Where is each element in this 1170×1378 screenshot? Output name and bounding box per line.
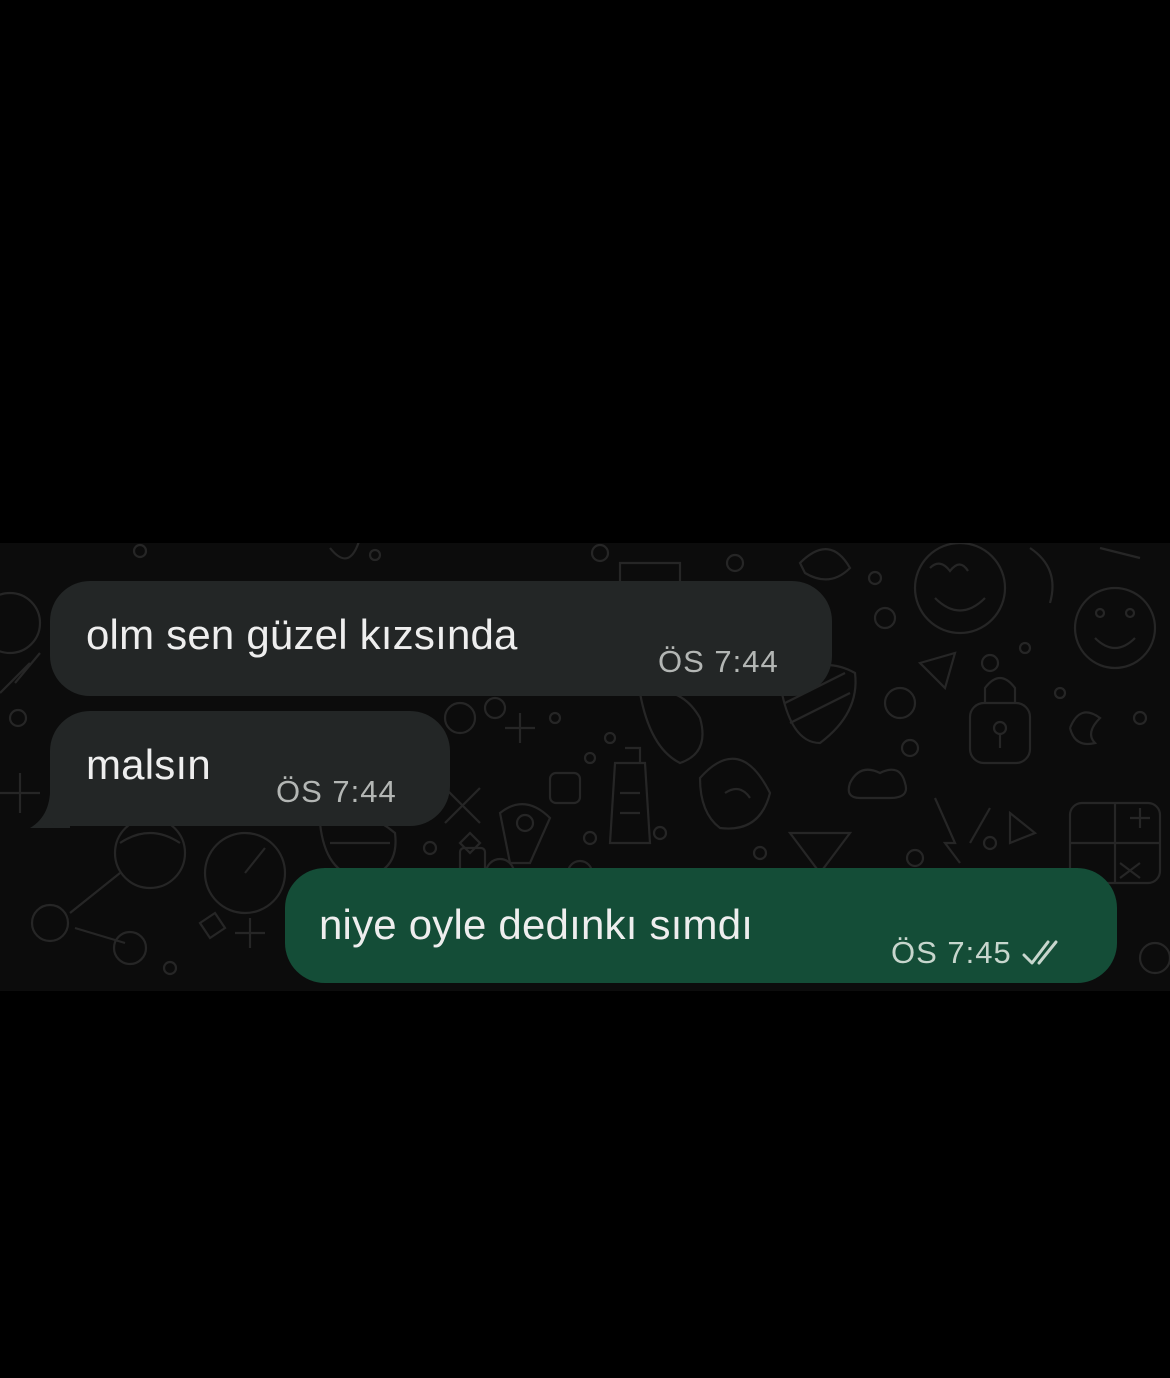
message-text: malsın: [86, 741, 211, 788]
message-timestamp: ÖS 7:45: [891, 936, 1064, 970]
message-bubble-outgoing[interactable]: niye oyle dedınkı sımdı ÖS 7:45: [285, 868, 1117, 983]
chat-area[interactable]: olm sen güzel kızsında ÖS 7:44 malsın ÖS…: [0, 543, 1170, 991]
message-time: ÖS 7:44: [658, 644, 779, 679]
message-bubble-incoming[interactable]: malsın ÖS 7:44: [50, 711, 450, 826]
message-text: olm sen güzel kızsında: [86, 611, 518, 658]
message-time: ÖS 7:45: [891, 935, 1012, 970]
message-text: niye oyle dedınkı sımdı: [319, 901, 754, 948]
message-timestamp: ÖS 7:44: [276, 775, 397, 809]
message-time: ÖS 7:44: [276, 774, 397, 809]
screenshot-page: olm sen güzel kızsında ÖS 7:44 malsın ÖS…: [0, 0, 1170, 1378]
message-bubble-incoming[interactable]: olm sen güzel kızsında ÖS 7:44: [50, 581, 832, 696]
double-check-icon: [1022, 940, 1058, 965]
message-timestamp: ÖS 7:44: [658, 645, 779, 679]
